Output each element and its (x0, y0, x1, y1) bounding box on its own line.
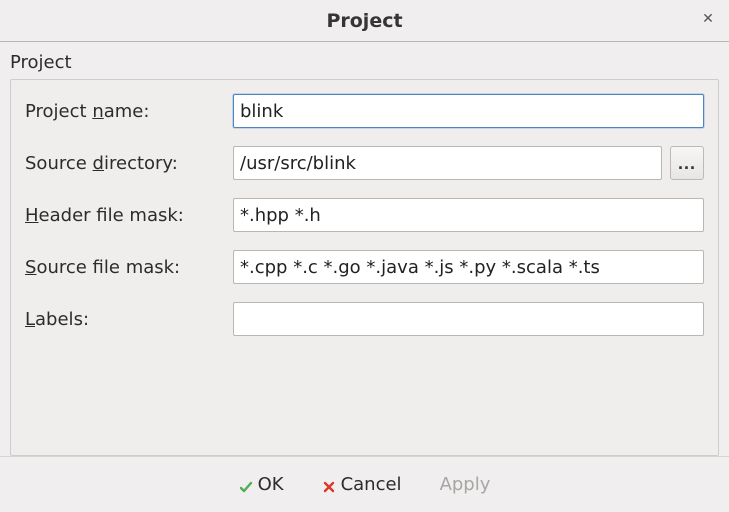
cancel-icon (322, 478, 336, 492)
labels-label: Labels: (25, 309, 225, 330)
source-directory-label: Source directory: (25, 153, 225, 174)
ok-icon (239, 478, 253, 492)
form-grid: Project name: Source directory: ... Head… (25, 94, 704, 336)
label-mnemonic: n (92, 101, 103, 122)
section-label: Project (10, 48, 719, 79)
ok-button[interactable]: OK (233, 470, 290, 499)
content-area: Project Project name: Source directory: … (0, 42, 729, 456)
project-fieldset: Project name: Source directory: ... Head… (10, 79, 719, 456)
label-text: ource file mask: (36, 257, 180, 278)
label-mnemonic: H (25, 205, 39, 226)
titlebar: Project ✕ (0, 0, 729, 42)
source-mask-label: Source file mask: (25, 257, 225, 278)
header-mask-label: Header file mask: (25, 205, 225, 226)
label-text: Source (25, 153, 93, 174)
cancel-button[interactable]: Cancel (316, 470, 408, 499)
browse-button[interactable]: ... (670, 146, 704, 180)
label-text: eader file mask: (39, 205, 184, 226)
dialog-window: Project ✕ Project Project name: Source d… (0, 0, 729, 512)
cancel-button-label: Cancel (341, 474, 402, 495)
button-bar: OK Cancel Apply (0, 456, 729, 512)
source-mask-input[interactable] (233, 250, 704, 284)
label-mnemonic: S (25, 257, 36, 278)
apply-button-label: Apply (440, 474, 491, 495)
source-directory-input[interactable] (233, 146, 662, 180)
label-text: Project (25, 101, 92, 122)
close-icon[interactable]: ✕ (699, 10, 717, 28)
header-mask-input[interactable] (233, 198, 704, 232)
project-name-label: Project name: (25, 101, 225, 122)
label-text: ame: (104, 101, 150, 122)
label-text: abels: (35, 309, 89, 330)
window-title: Project (326, 10, 402, 32)
ok-button-label: OK (258, 474, 284, 495)
label-mnemonic: L (25, 309, 35, 330)
project-name-input[interactable] (233, 94, 704, 128)
labels-input[interactable] (233, 302, 704, 336)
label-text: irectory: (104, 153, 178, 174)
label-mnemonic: d (93, 153, 104, 174)
apply-button[interactable]: Apply (434, 470, 497, 499)
